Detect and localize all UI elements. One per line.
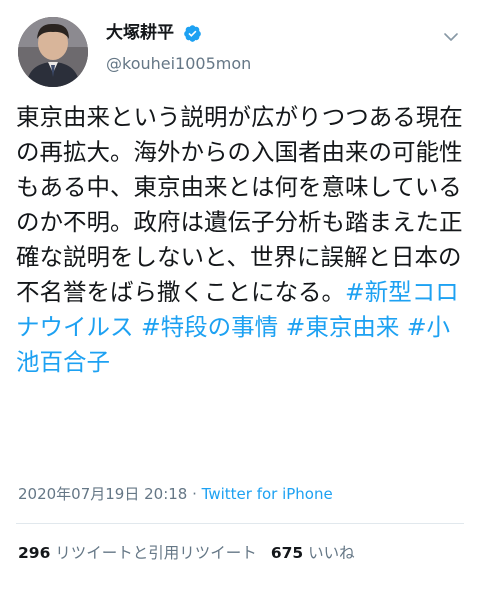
name-block: 大塚耕平 @kouhei1005mon	[106, 22, 251, 74]
tweet-text: 東京由来という説明が広がりつつある現在の再拡大。海外からの入国者由来の可能性もあ…	[16, 100, 466, 380]
retweets-stat[interactable]: 296 リツイートと引用リツイート	[18, 544, 257, 562]
retweets-label: リツイートと引用リツイート	[55, 544, 257, 562]
meta-separator: ·	[187, 485, 202, 503]
avatar[interactable]	[18, 17, 88, 87]
hashtag-link[interactable]: #特段の事情	[141, 313, 278, 341]
display-name[interactable]: 大塚耕平	[106, 22, 174, 44]
tweet-stats: 296 リツイートと引用リツイート 675 いいね	[18, 542, 355, 564]
timestamp[interactable]: 2020年07月19日 20:18	[18, 485, 187, 503]
divider	[16, 523, 464, 524]
chevron-down-icon[interactable]	[442, 28, 460, 46]
tweet-header: 大塚耕平 @kouhei1005mon	[16, 14, 464, 88]
likes-count: 675	[270, 544, 304, 562]
retweets-count: 296	[18, 544, 51, 562]
user-handle[interactable]: @kouhei1005mon	[106, 54, 251, 74]
tweet-meta: 2020年07月19日 20:18 · Twitter for iPhone	[18, 484, 333, 504]
avatar-image	[18, 17, 88, 87]
hashtag-link[interactable]: #東京由来	[286, 313, 400, 341]
verified-badge-icon	[184, 24, 201, 42]
likes-stat[interactable]: 675 いいね	[271, 544, 355, 562]
source-link[interactable]: Twitter for iPhone	[202, 485, 333, 503]
tweet-card: 大塚耕平 @kouhei1005mon 東京由来という説明が広がりつつある現在の…	[0, 0, 480, 589]
likes-label: いいね	[308, 544, 355, 562]
tweet-body: 東京由来という説明が広がりつつある現在の再拡大。海外からの入国者由来の可能性もあ…	[16, 103, 463, 306]
